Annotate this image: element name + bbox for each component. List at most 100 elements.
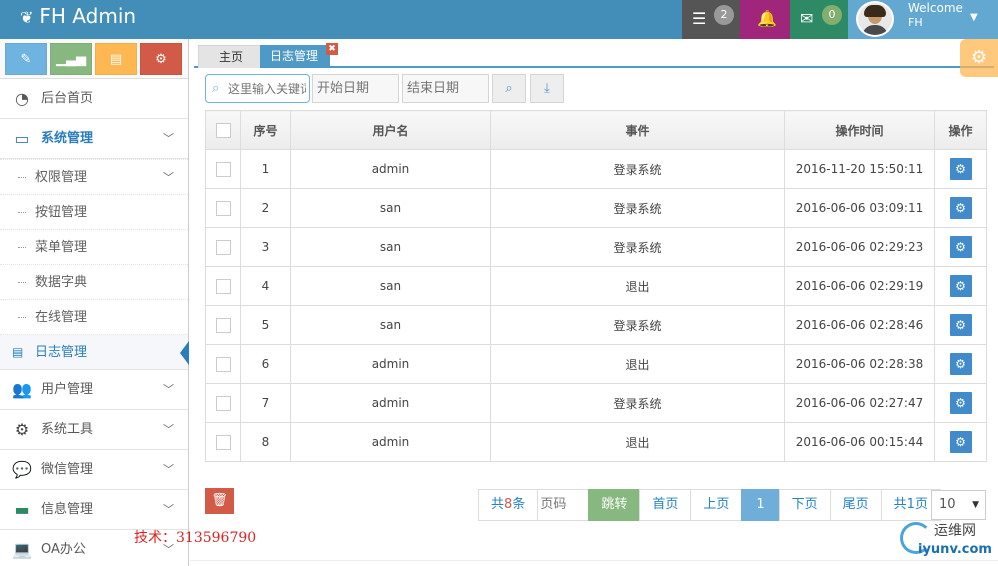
- row-checkbox[interactable]: [215, 278, 231, 294]
- subitem-label: 权限管理: [35, 170, 88, 185]
- select-all-checkbox[interactable]: [215, 122, 231, 138]
- cell-time: 2016-06-06 02:27:47: [784, 383, 935, 423]
- sidebar-subitem-permissions[interactable]: 权限管理 ﹀: [0, 159, 188, 194]
- sidebar-subitem-dictionary[interactable]: 数据字典: [0, 264, 188, 299]
- cell-user: san: [290, 305, 491, 345]
- user-name: FH: [908, 16, 923, 29]
- caret-down-icon: ▼: [970, 12, 978, 23]
- jump-button[interactable]: 跳转: [588, 489, 641, 521]
- next-page-button[interactable]: 下页: [778, 489, 831, 521]
- cell-event: 退出: [490, 266, 785, 306]
- cog-icon: ⚙: [955, 162, 966, 176]
- sidebar-subitem-online[interactable]: 在线管理: [0, 299, 188, 334]
- table-row: 2 san 登录系统 2016-06-06 03:09:11 ⚙: [205, 188, 987, 228]
- page-number-input[interactable]: [538, 490, 587, 519]
- start-date-input[interactable]: [313, 75, 398, 102]
- page-size-select[interactable]: 10 ▼: [931, 490, 986, 520]
- start-date-field: [312, 74, 399, 103]
- pencil-shortcut-button[interactable]: ✎: [5, 43, 47, 75]
- chevron-down-icon: ﹀: [163, 503, 174, 516]
- sidebar-item-tools[interactable]: ⚙ 系统工具 ﹀: [0, 410, 188, 450]
- notifications-menu[interactable]: 🔔: [740, 0, 790, 39]
- cog-icon: ⚙: [955, 201, 966, 215]
- row-settings-button[interactable]: ⚙: [949, 158, 972, 180]
- row-checkbox[interactable]: [215, 317, 231, 333]
- cell-event: 登录系统: [490, 227, 785, 267]
- cell-event: 登录系统: [490, 188, 785, 228]
- table-row: 1 admin 登录系统 2016-11-20 15:50:11 ⚙: [205, 149, 987, 189]
- search-input[interactable]: [228, 79, 306, 99]
- book-shortcut-button[interactable]: ▤: [95, 43, 137, 75]
- row-checkbox[interactable]: [215, 239, 231, 255]
- row-checkbox[interactable]: [215, 434, 231, 450]
- subitem-label: 菜单管理: [35, 240, 88, 255]
- user-menu[interactable]: Welcome FH ▼: [848, 0, 998, 39]
- delete-button[interactable]: 🗑: [205, 488, 234, 514]
- sidebar-subitem-menus[interactable]: 菜单管理: [0, 229, 188, 264]
- chevron-down-icon: ﹀: [163, 171, 174, 184]
- row-settings-button[interactable]: ⚙: [949, 236, 972, 258]
- cell-actions: ⚙: [934, 266, 987, 306]
- credit-card-icon: ▬: [14, 500, 30, 519]
- table-header-row: 序号 用户名 事件 操作时间 操作: [205, 110, 987, 150]
- end-date-input[interactable]: [403, 75, 488, 102]
- current-page[interactable]: 1: [741, 489, 780, 521]
- sidebar-item-system[interactable]: ▭ 系统管理 ﹀: [0, 119, 188, 159]
- cogs-shortcut-button[interactable]: ⚙: [140, 43, 182, 75]
- sidebar-item-label: 信息管理: [41, 502, 94, 517]
- cell-event: 登录系统: [490, 383, 785, 423]
- row-settings-button[interactable]: ⚙: [949, 353, 972, 375]
- signal-shortcut-button[interactable]: ▁▃▅: [50, 43, 92, 75]
- subitem-label: 数据字典: [35, 275, 88, 290]
- sidebar-item-info[interactable]: ▬ 信息管理 ﹀: [0, 490, 188, 530]
- sidebar-subitem-logs[interactable]: ▤ 日志管理: [0, 334, 189, 369]
- desktop-icon: ▭: [14, 129, 30, 148]
- row-checkbox[interactable]: [215, 161, 231, 177]
- row-settings-button[interactable]: ⚙: [949, 314, 972, 336]
- row-settings-button[interactable]: ⚙: [949, 275, 972, 297]
- tech-contact-note: 技术：313596790: [134, 530, 257, 546]
- row-settings-button[interactable]: ⚙: [949, 431, 972, 453]
- tab-home[interactable]: 主页: [198, 45, 265, 68]
- tasks-menu[interactable]: ☰ 2: [682, 0, 740, 39]
- cell-actions: ⚙: [934, 305, 987, 345]
- sidebar-item-users[interactable]: 👥 用户管理 ﹀: [0, 370, 188, 410]
- search-button[interactable]: ⌕: [492, 74, 526, 103]
- sidebar-item-label: 系统工具: [41, 422, 94, 437]
- row-settings-button[interactable]: ⚙: [949, 392, 972, 414]
- sidebar-shortcuts: ✎ ▁▃▅ ▤ ⚙: [0, 39, 188, 79]
- prev-page-button[interactable]: 上页: [690, 489, 743, 521]
- cell-user: admin: [290, 383, 491, 423]
- cell-time: 2016-06-06 02:29:19: [784, 266, 935, 306]
- first-page-button[interactable]: 首页: [639, 489, 692, 521]
- col-header-event: 事件: [490, 110, 785, 150]
- cell-user: san: [290, 266, 491, 306]
- messages-menu[interactable]: ✉ 0: [790, 0, 848, 39]
- row-settings-button[interactable]: ⚙: [949, 197, 972, 219]
- row-checkbox[interactable]: [215, 356, 231, 372]
- tab-log-management[interactable]: 日志管理 ✖: [260, 43, 339, 68]
- total-count: 共8条: [478, 489, 539, 521]
- cell-event: 退出: [490, 422, 785, 462]
- cogs-icon: ⚙: [155, 52, 167, 67]
- tasks-badge: 2: [714, 5, 734, 25]
- last-page-button[interactable]: 尾页: [829, 489, 882, 521]
- sidebar-item-wechat[interactable]: 💬 微信管理 ﹀: [0, 450, 188, 490]
- bell-icon: 🔔: [757, 9, 777, 28]
- table-row: 8 admin 退出 2016-06-06 00:15:44 ⚙: [205, 422, 987, 462]
- page-size-value: 10: [939, 497, 956, 512]
- cell-time: 2016-06-06 02:28:46: [784, 305, 935, 345]
- cell-user: admin: [290, 344, 491, 384]
- subitem-label: 按钮管理: [35, 205, 88, 220]
- sidebar-subitem-buttons[interactable]: 按钮管理: [0, 194, 188, 229]
- export-button[interactable]: ⤓: [530, 74, 564, 103]
- settings-gear-button[interactable]: ⚙: [960, 39, 998, 77]
- cog-icon: ⚙: [955, 318, 966, 332]
- sidebar-item-dashboard[interactable]: ◔ 后台首页: [0, 79, 188, 119]
- close-icon[interactable]: ✖: [326, 43, 339, 55]
- row-checkbox[interactable]: [215, 200, 231, 216]
- col-header-no: 序号: [240, 110, 291, 150]
- cell-no: 4: [240, 266, 291, 306]
- row-checkbox[interactable]: [215, 395, 231, 411]
- brand-logo[interactable]: ❦ FH Admin: [20, 4, 136, 30]
